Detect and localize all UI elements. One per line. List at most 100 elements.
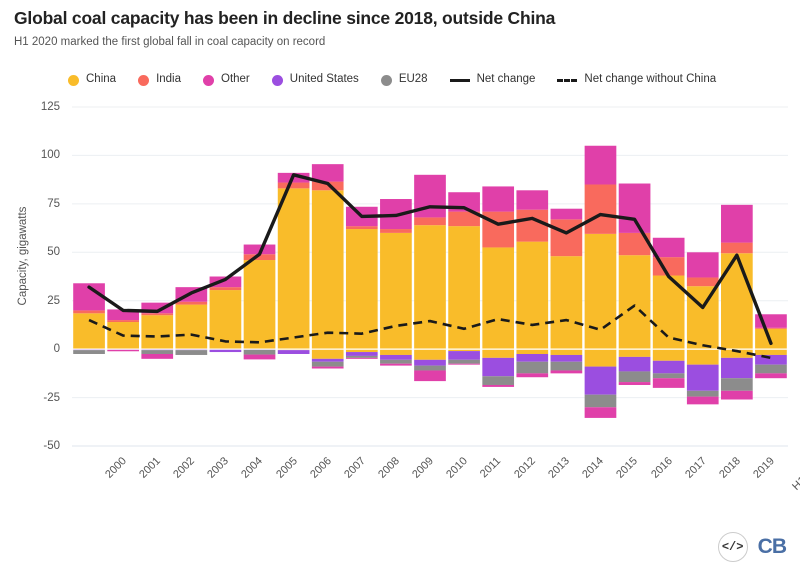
bar-segment [755, 364, 787, 374]
bar-segment [243, 254, 276, 261]
bars-retirements [73, 349, 787, 418]
legend-item-net-change-without-china[interactable]: Net change without China [557, 74, 716, 86]
bar-segment [516, 373, 549, 378]
bar-segment [414, 225, 446, 350]
x-axis-tick-label: 2007 [341, 455, 368, 481]
bar-segment [141, 313, 174, 316]
bar-segment [482, 357, 515, 377]
x-axis-tick-label: 2010 [444, 455, 470, 481]
bar-segment [652, 349, 685, 361]
x-axis-tick-label: 2002 [171, 455, 198, 481]
bar-segment [448, 211, 480, 227]
x-axis-tick-label: 2017 [682, 455, 709, 481]
bar-segment [141, 353, 174, 359]
bar-segment [277, 188, 310, 350]
y-axis-tick-label: 125 [40, 101, 60, 113]
legend-item-other[interactable]: Other [203, 74, 250, 86]
bar-segment [73, 350, 105, 354]
bar-segment [755, 373, 787, 379]
bar-segment [516, 361, 549, 374]
legend-swatch-icon [138, 74, 150, 86]
net-change-line [87, 173, 773, 346]
bar-segment [686, 390, 719, 397]
bar-segment [755, 354, 787, 365]
code-embed-icon[interactable]: </> [717, 532, 748, 562]
bar-segment [345, 206, 378, 227]
bar-segment [107, 322, 139, 350]
bar-segment [755, 327, 787, 329]
bar-segment [73, 349, 105, 351]
legend-item-net-change[interactable]: Net change [449, 74, 535, 86]
bar-segment [380, 199, 412, 230]
bar-segment [448, 351, 480, 360]
bar-segment [209, 287, 242, 291]
bar-segment [345, 355, 378, 358]
bar-segment [584, 407, 617, 418]
bar-segment [686, 349, 719, 365]
bar-segment [618, 232, 651, 256]
legend-item-united-states[interactable]: United States [271, 74, 359, 86]
bar-segment [482, 211, 515, 248]
bar-segment [277, 182, 310, 189]
bar-segment [311, 164, 344, 182]
net-change-without-china-line [88, 304, 772, 360]
bar-segment [380, 354, 412, 360]
bar-segment [209, 349, 242, 353]
bar-segment [311, 190, 344, 350]
bar-segment [448, 359, 480, 364]
bar-segment [482, 384, 515, 387]
y-axis-tick-label: -25 [43, 391, 60, 404]
bar-segment [482, 247, 515, 350]
x-axis-tick-label: 2013 [546, 455, 573, 481]
bar-segment [516, 353, 549, 362]
bar-segment [652, 237, 685, 258]
x-axis-tick-label: 2012 [512, 455, 539, 481]
bar-segment [243, 244, 276, 255]
bar-segment [107, 349, 139, 352]
bar-segment [652, 275, 685, 350]
bar-segment [414, 217, 446, 226]
x-axis-tick-label: 2014 [580, 455, 607, 481]
bar-segment [311, 361, 344, 367]
y-axis-tick-label: 0 [53, 343, 60, 356]
bar-segment [311, 358, 344, 362]
bar-segment [345, 229, 378, 350]
bar-segment [277, 350, 310, 354]
bar-segment [584, 349, 617, 367]
bar-segment [243, 349, 276, 355]
x-axis-tick-label: 2019 [751, 455, 777, 481]
legend-swatch-icon [271, 74, 283, 86]
bar-segment [175, 287, 208, 302]
bar-segment [618, 255, 651, 350]
bar-segment [584, 394, 617, 408]
bar-segment [73, 283, 105, 311]
bar-segment [448, 192, 480, 212]
bar-segment [755, 314, 787, 328]
bar-segment [652, 360, 685, 374]
legend-item-eu28[interactable]: EU28 [380, 73, 428, 86]
bar-segment [380, 363, 412, 366]
legend-item-china[interactable]: China [68, 74, 116, 86]
chart-legend: China India Other United States EU28 Net chan… [68, 70, 738, 90]
line-series [87, 173, 773, 360]
bar-segment [243, 349, 276, 350]
legend-item-india[interactable]: India [138, 74, 181, 86]
legend-swatch-icon [68, 74, 79, 86]
bar-segment [243, 354, 276, 360]
bar-segment [448, 349, 480, 352]
bar-segment [141, 349, 174, 351]
bar-segment [175, 349, 208, 351]
bar-segment [652, 257, 685, 276]
x-axis-tick-label: 2011 [478, 455, 504, 481]
bar-segment [73, 313, 105, 350]
bar-segment [652, 373, 685, 379]
legend-item-label: EU28 [398, 73, 428, 86]
bar-segment [414, 370, 446, 382]
chart-page: Global coal capacity has been in decline… [0, 0, 800, 574]
bar-segment [721, 204, 753, 243]
bar-segment [175, 350, 208, 355]
gridlines [72, 106, 788, 447]
bar-segment [209, 290, 242, 350]
bar-segment [209, 276, 242, 288]
bar-segment [141, 302, 174, 314]
